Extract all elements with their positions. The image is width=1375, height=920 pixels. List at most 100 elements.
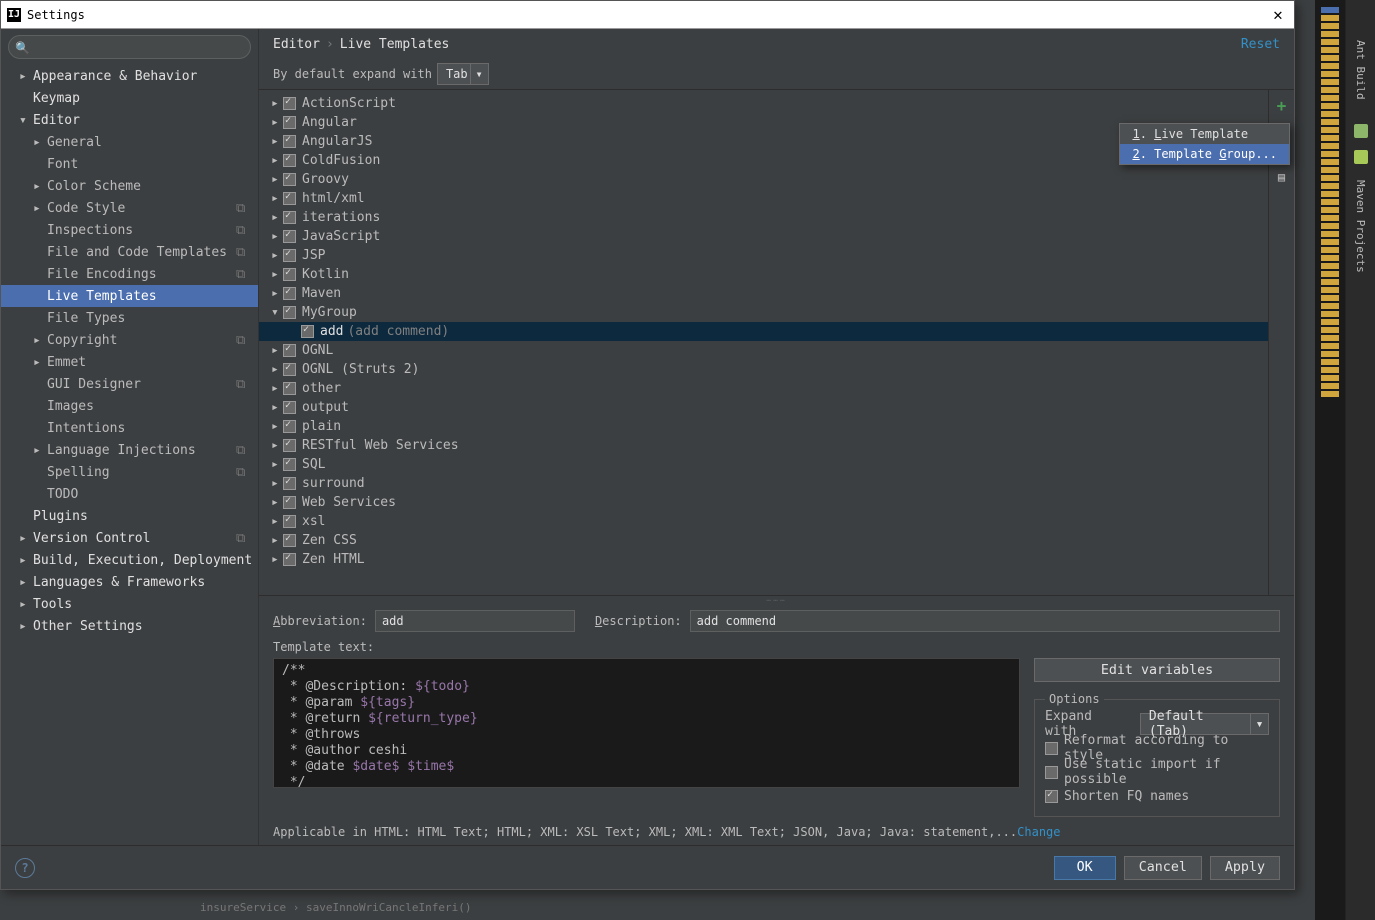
- expand-icon[interactable]: [33, 135, 43, 150]
- template-checkbox[interactable]: [283, 173, 296, 186]
- close-icon[interactable]: ✕: [1268, 5, 1288, 24]
- expand-icon[interactable]: [271, 134, 281, 149]
- template-checkbox[interactable]: [283, 401, 296, 414]
- expand-icon[interactable]: [271, 286, 281, 301]
- template-checkbox[interactable]: [283, 192, 296, 205]
- template-checkbox[interactable]: [283, 534, 296, 547]
- apply-button[interactable]: Apply: [1210, 856, 1280, 880]
- expand-icon[interactable]: [271, 267, 281, 282]
- template-row-sql[interactable]: SQL: [259, 455, 1268, 474]
- tool-jsf-icon[interactable]: [1354, 150, 1368, 164]
- duplicate-template-icon[interactable]: ▤: [1273, 168, 1291, 186]
- template-row-add[interactable]: add (add commend): [259, 322, 1268, 341]
- template-row-zen-css[interactable]: Zen CSS: [259, 531, 1268, 550]
- template-checkbox[interactable]: [283, 477, 296, 490]
- sidebar-item-keymap[interactable]: Keymap: [1, 87, 258, 109]
- template-checkbox[interactable]: [283, 268, 296, 281]
- template-checkbox[interactable]: [283, 116, 296, 129]
- template-row-iterations[interactable]: iterations: [259, 208, 1268, 227]
- options-expand-dropdown[interactable]: Default (Tab) ▾: [1140, 713, 1269, 735]
- sidebar-item-code-style[interactable]: Code Style⧉: [1, 197, 258, 219]
- template-checkbox[interactable]: [283, 439, 296, 452]
- template-text-editor[interactable]: /** * @Description: ${todo} * @param ${t…: [273, 658, 1020, 788]
- template-row-html-xml[interactable]: html/xml: [259, 189, 1268, 208]
- sidebar-item-spelling[interactable]: Spelling⧉: [1, 461, 258, 483]
- expand-icon[interactable]: [33, 333, 43, 348]
- template-row-groovy[interactable]: Groovy: [259, 170, 1268, 189]
- template-row-coldfusion[interactable]: ColdFusion: [259, 151, 1268, 170]
- add-template-icon[interactable]: +: [1273, 96, 1291, 114]
- template-checkbox[interactable]: [301, 325, 314, 338]
- description-input[interactable]: [690, 610, 1280, 632]
- expand-icon[interactable]: [19, 113, 29, 128]
- expand-icon[interactable]: [19, 575, 29, 590]
- sidebar-item-file-types[interactable]: File Types: [1, 307, 258, 329]
- expand-icon[interactable]: [19, 553, 29, 568]
- template-row-ognl[interactable]: OGNL: [259, 341, 1268, 360]
- template-checkbox[interactable]: [283, 287, 296, 300]
- expand-icon[interactable]: [271, 362, 281, 377]
- expand-icon[interactable]: [271, 96, 281, 111]
- horizontal-splitter[interactable]: ┄┄┄: [259, 596, 1294, 604]
- expand-icon[interactable]: [19, 597, 29, 612]
- expand-icon[interactable]: [271, 172, 281, 187]
- expand-icon[interactable]: [271, 229, 281, 244]
- expand-icon[interactable]: [271, 457, 281, 472]
- template-row-xsl[interactable]: xsl: [259, 512, 1268, 531]
- template-checkbox[interactable]: [283, 230, 296, 243]
- cancel-button[interactable]: Cancel: [1124, 856, 1202, 880]
- sidebar-item-appearance-behavior[interactable]: Appearance & Behavior: [1, 65, 258, 87]
- template-checkbox[interactable]: [283, 211, 296, 224]
- template-row-mygroup[interactable]: MyGroup: [259, 303, 1268, 322]
- template-row-angular[interactable]: Angular: [259, 113, 1268, 132]
- popup-template-group[interactable]: 2. Template Group...: [1120, 144, 1289, 164]
- template-row-angularjs[interactable]: AngularJS: [259, 132, 1268, 151]
- template-checkbox[interactable]: [283, 496, 296, 509]
- tool-maven-projects[interactable]: Maven Projects: [1350, 170, 1371, 283]
- expand-icon[interactable]: [271, 514, 281, 529]
- sidebar-item-images[interactable]: Images: [1, 395, 258, 417]
- expand-icon[interactable]: [33, 443, 43, 458]
- sidebar-item-file-encodings[interactable]: File Encodings⧉: [1, 263, 258, 285]
- expand-icon[interactable]: [33, 179, 43, 194]
- template-checkbox[interactable]: [283, 249, 296, 262]
- static-import-checkbox[interactable]: [1045, 766, 1058, 779]
- sidebar-item-plugins[interactable]: Plugins: [1, 505, 258, 527]
- template-row-javascript[interactable]: JavaScript: [259, 227, 1268, 246]
- sidebar-item-tools[interactable]: Tools: [1, 593, 258, 615]
- template-row-ognl-struts-2-[interactable]: OGNL (Struts 2): [259, 360, 1268, 379]
- template-checkbox[interactable]: [283, 135, 296, 148]
- expand-icon[interactable]: [271, 419, 281, 434]
- sidebar-item-copyright[interactable]: Copyright⧉: [1, 329, 258, 351]
- change-context-link[interactable]: Change: [1017, 825, 1060, 839]
- template-checkbox[interactable]: [283, 97, 296, 110]
- template-row-maven[interactable]: Maven: [259, 284, 1268, 303]
- template-row-restful-web-services[interactable]: RESTful Web Services: [259, 436, 1268, 455]
- sidebar-item-todo[interactable]: TODO: [1, 483, 258, 505]
- expand-icon[interactable]: [271, 400, 281, 415]
- sidebar-item-other-settings[interactable]: Other Settings: [1, 615, 258, 637]
- expand-icon[interactable]: [33, 201, 43, 216]
- template-checkbox[interactable]: [283, 154, 296, 167]
- template-row-plain[interactable]: plain: [259, 417, 1268, 436]
- template-checkbox[interactable]: [283, 382, 296, 395]
- reset-link[interactable]: Reset: [1241, 37, 1280, 52]
- template-row-output[interactable]: output: [259, 398, 1268, 417]
- sidebar-item-gui-designer[interactable]: GUI Designer⧉: [1, 373, 258, 395]
- sidebar-item-editor[interactable]: Editor: [1, 109, 258, 131]
- template-row-actionscript[interactable]: ActionScript: [259, 94, 1268, 113]
- expand-icon[interactable]: [19, 69, 29, 84]
- expand-icon[interactable]: [271, 495, 281, 510]
- template-checkbox[interactable]: [283, 458, 296, 471]
- sidebar-item-font[interactable]: Font: [1, 153, 258, 175]
- sidebar-item-live-templates[interactable]: Live Templates: [1, 285, 258, 307]
- expand-icon[interactable]: [19, 619, 29, 634]
- sidebar-item-build-execution-deployment[interactable]: Build, Execution, Deployment: [1, 549, 258, 571]
- ok-button[interactable]: OK: [1054, 856, 1116, 880]
- expand-icon[interactable]: [33, 355, 43, 370]
- sidebar-item-inspections[interactable]: Inspections⧉: [1, 219, 258, 241]
- abbreviation-input[interactable]: [375, 610, 575, 632]
- help-icon[interactable]: ?: [15, 858, 35, 878]
- sidebar-item-languages-frameworks[interactable]: Languages & Frameworks: [1, 571, 258, 593]
- expand-icon[interactable]: [271, 153, 281, 168]
